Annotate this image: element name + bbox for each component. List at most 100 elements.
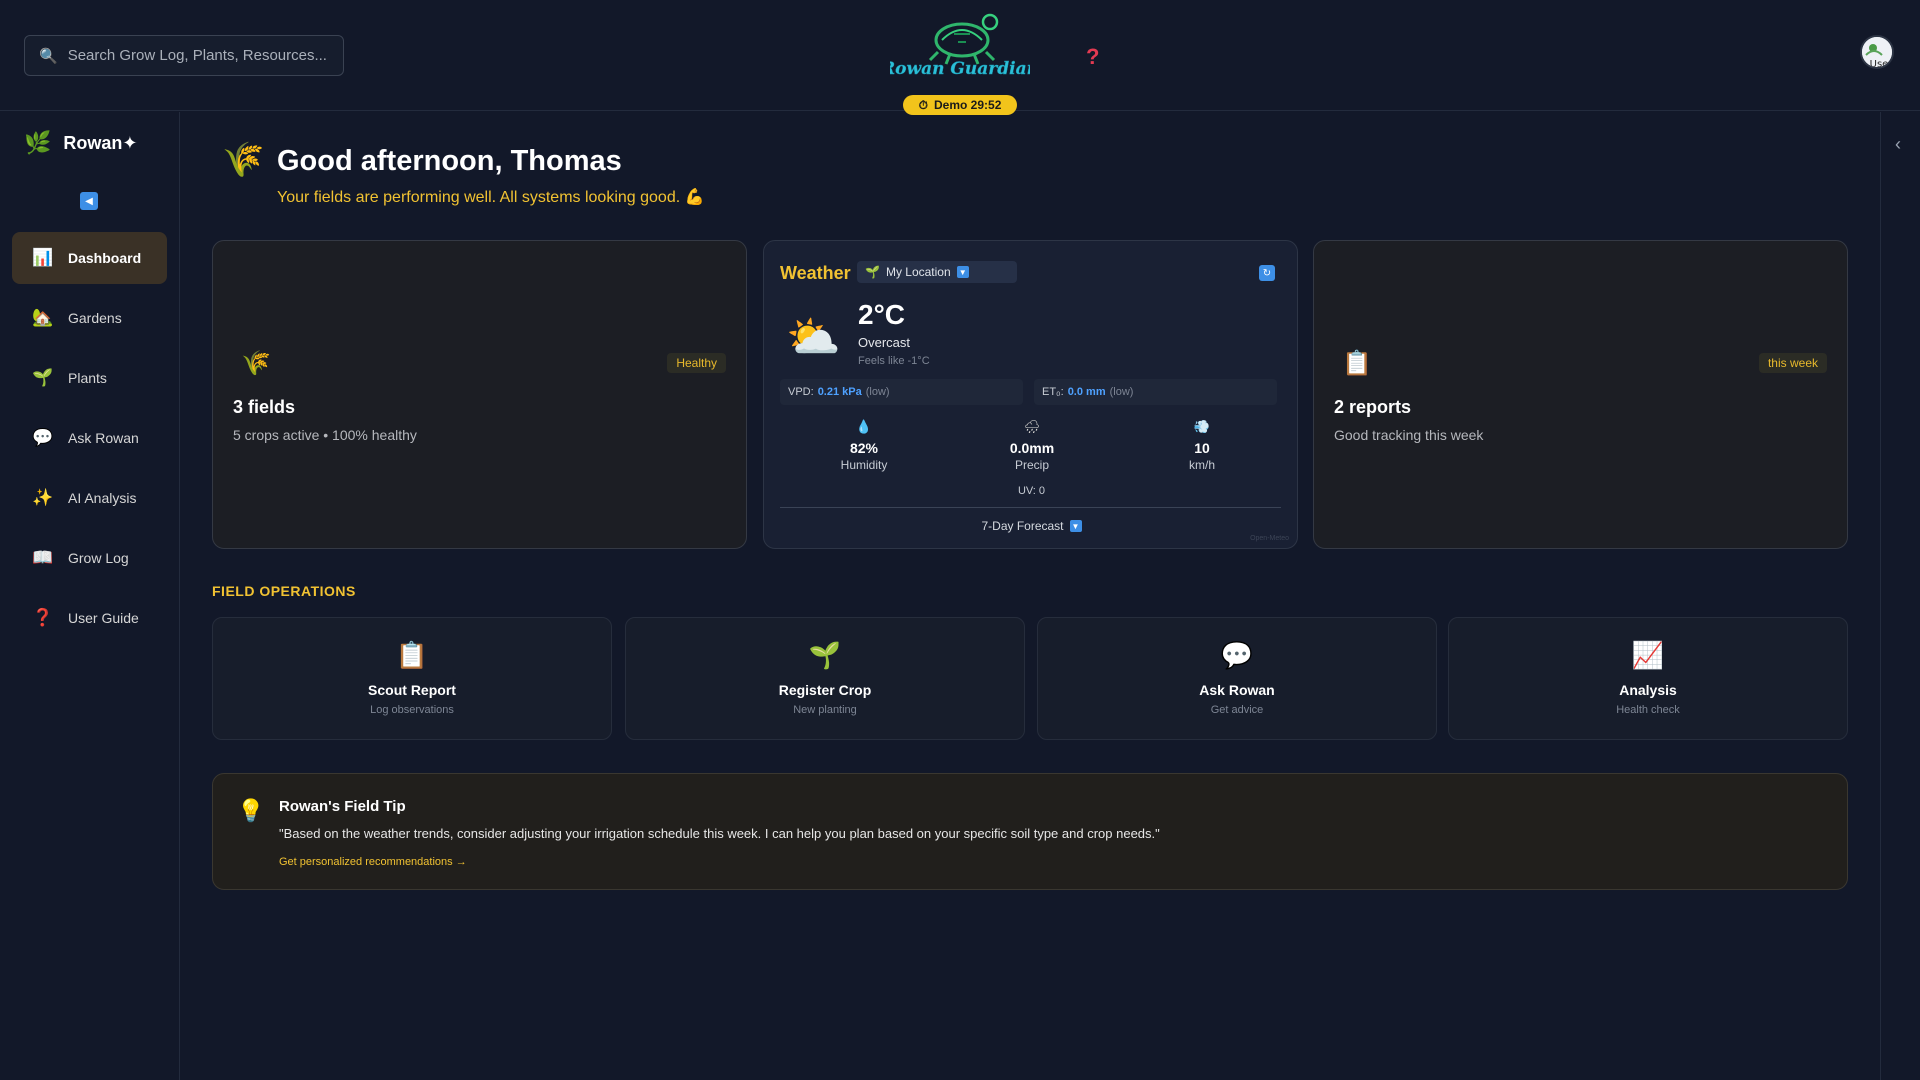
sidebar-item-plants[interactable]: 🌱 Plants bbox=[12, 352, 167, 404]
seedling-icon: 🌱 bbox=[808, 640, 842, 670]
period-badge: this week bbox=[1758, 353, 1827, 373]
op-sub: Log observations bbox=[370, 704, 454, 716]
analysis-button[interactable]: 📈 Analysis Health check bbox=[1448, 617, 1848, 740]
question-icon: ❓ bbox=[32, 608, 54, 627]
sidebar-item-ai-analysis[interactable]: ✨ AI Analysis bbox=[12, 472, 167, 524]
op-label: Analysis bbox=[1619, 682, 1677, 698]
demo-timer-text: Demo 29:52 bbox=[934, 98, 1002, 112]
sidebar-item-ask-rowan[interactable]: 💬 Ask Rowan bbox=[12, 412, 167, 464]
sidebar-item-label: Dashboard bbox=[68, 250, 142, 266]
chevron-down-icon: ▼ bbox=[1069, 520, 1082, 532]
brand-name: Rowan✦ bbox=[63, 132, 138, 153]
forecast-toggle[interactable]: 7-Day Forecast ▼ bbox=[764, 519, 1299, 533]
stopwatch-icon: ⏱ bbox=[918, 97, 928, 112]
reports-detail: Good tracking this week bbox=[1334, 427, 1484, 443]
wheat-icon: 🌾 bbox=[222, 141, 265, 179]
seedling-icon: 🌱 bbox=[865, 265, 880, 279]
vpd-readout: VPD: 0.21 kPa (low) bbox=[780, 379, 1023, 405]
partly-cloudy-icon: ⛅ bbox=[786, 313, 841, 362]
op-sub: New planting bbox=[793, 704, 857, 716]
refresh-button[interactable]: ↻ bbox=[1259, 265, 1275, 281]
tip-title: Rowan's Field Tip bbox=[279, 798, 406, 815]
weather-title: Weather bbox=[780, 263, 851, 283]
speech-bubble-icon: 💬 bbox=[32, 428, 54, 447]
humidity-label: Humidity bbox=[840, 458, 888, 472]
sidebar-item-gardens[interactable]: 🏡 Gardens bbox=[12, 292, 167, 344]
temperature: 2°C bbox=[858, 299, 905, 330]
humidity-stat: 💧 82% Humidity bbox=[804, 419, 924, 472]
location-label: My Location bbox=[885, 265, 951, 279]
precip-stat: 🌧 0.0mm Precip bbox=[972, 419, 1092, 472]
divider bbox=[780, 507, 1281, 508]
et-value: 0.0 mm bbox=[1067, 386, 1106, 398]
sidebar-item-label: Grow Log bbox=[68, 550, 129, 566]
feels-like: Feels like -1°C bbox=[858, 355, 930, 367]
droplet-icon: 💧 bbox=[855, 419, 873, 434]
reports-count: 2 reports bbox=[1334, 397, 1412, 417]
chevron-left-icon[interactable]: ‹ bbox=[1895, 134, 1901, 155]
et-readout: ET₀: 0.0 mm (low) bbox=[1034, 379, 1277, 405]
speech-bubble-icon: 💬 bbox=[1220, 640, 1254, 670]
fields-count: 3 fields bbox=[233, 397, 296, 417]
avatar[interactable]: Use bbox=[1860, 35, 1894, 69]
clipboard-icon: 📋 bbox=[395, 640, 429, 670]
et-level: (low) bbox=[1109, 386, 1134, 398]
clipboard-icon: 📋 bbox=[1342, 350, 1372, 377]
leaf-icon: 🌿 bbox=[24, 130, 52, 155]
forecast-label: 7-Day Forecast bbox=[981, 519, 1064, 533]
precip-value: 0.0mm bbox=[1009, 440, 1055, 456]
collapse-sidebar-button[interactable]: ◀ bbox=[80, 192, 98, 210]
precip-label: Precip bbox=[1014, 458, 1049, 472]
location-select[interactable]: 🌱 My Location ▼ bbox=[857, 261, 1017, 283]
vpd-level: (low) bbox=[865, 386, 890, 398]
tip-quote: "Based on the weather trends, consider a… bbox=[279, 826, 1160, 841]
sidebar-item-dashboard[interactable]: 📊 Dashboard bbox=[12, 232, 167, 284]
wind-value: 10 bbox=[1194, 440, 1210, 456]
op-sub: Get advice bbox=[1210, 704, 1264, 716]
sidebar-item-label: Gardens bbox=[68, 310, 122, 326]
wheat-icon: 🌾 bbox=[241, 350, 271, 377]
section-heading: FIELD OPERATIONS bbox=[212, 583, 356, 599]
sidebar-item-label: User Guide bbox=[68, 610, 139, 626]
sparkles-icon: ✨ bbox=[32, 488, 54, 507]
fields-summary-card[interactable]: 🌾 Healthy 3 fields 5 crops active • 100%… bbox=[212, 240, 747, 549]
wind-icon: 💨 bbox=[1193, 419, 1211, 434]
search-input[interactable] bbox=[67, 47, 338, 64]
field-tip-card: 💡 Rowan's Field Tip "Based on the weathe… bbox=[212, 773, 1848, 890]
op-sub: Health check bbox=[1616, 704, 1680, 716]
bar-chart-icon: 📊 bbox=[32, 248, 54, 267]
weather-condition: Overcast bbox=[858, 335, 911, 350]
sidebar-item-grow-log[interactable]: 📖 Grow Log bbox=[12, 532, 167, 584]
humidity-value: 82% bbox=[849, 440, 879, 456]
svg-text:Use: Use bbox=[1870, 59, 1889, 69]
barn-icon: 🏡 bbox=[32, 308, 54, 327]
status-badge: Healthy bbox=[667, 353, 726, 373]
ask-rowan-button[interactable]: 💬 Ask Rowan Get advice bbox=[1037, 617, 1437, 740]
recommendations-link[interactable]: Get personalized recommendations → bbox=[279, 856, 467, 868]
op-label: Scout Report bbox=[368, 682, 456, 698]
fields-detail: 5 crops active • 100% healthy bbox=[233, 427, 417, 443]
right-panel-rail: ‹ bbox=[1880, 112, 1920, 1080]
sidebar: 🌿 Rowan✦ ◀ 📊 Dashboard 🏡 Gardens 🌱 Plant… bbox=[0, 112, 180, 1080]
rain-cloud-icon: 🌧 bbox=[1023, 419, 1041, 434]
op-label: Ask Rowan bbox=[1199, 682, 1275, 698]
help-icon[interactable]: ? bbox=[1086, 44, 1099, 70]
scout-report-button[interactable]: 📋 Scout Report Log observations bbox=[212, 617, 612, 740]
sidebar-brand[interactable]: 🌿 Rowan✦ bbox=[24, 130, 138, 156]
sidebar-item-label: Plants bbox=[68, 370, 107, 386]
seedling-icon: 🌱 bbox=[32, 368, 54, 387]
demo-timer-badge: ⏱ Demo 29:52 bbox=[903, 95, 1017, 115]
op-label: Register Crop bbox=[778, 682, 872, 698]
search-box[interactable]: 🔍 bbox=[24, 35, 344, 76]
book-icon: 📖 bbox=[32, 548, 54, 567]
wind-label: km/h bbox=[1188, 458, 1215, 472]
sidebar-item-user-guide[interactable]: ❓ User Guide bbox=[12, 592, 167, 644]
sidebar-nav: 📊 Dashboard 🏡 Gardens 🌱 Plants 💬 Ask Row… bbox=[12, 232, 167, 652]
weather-credit: Open-Meteo bbox=[1250, 535, 1289, 542]
rowan-guardian-logo[interactable]: Rowan Guardian bbox=[890, 8, 1030, 80]
chart-up-icon: 📈 bbox=[1631, 640, 1665, 670]
register-crop-button[interactable]: 🌱 Register Crop New planting bbox=[625, 617, 1025, 740]
reports-summary-card[interactable]: 📋 this week 2 reports Good tracking this… bbox=[1313, 240, 1848, 549]
svg-text:Rowan Guardian: Rowan Guardian bbox=[890, 59, 1030, 79]
sidebar-item-label: AI Analysis bbox=[68, 490, 137, 506]
